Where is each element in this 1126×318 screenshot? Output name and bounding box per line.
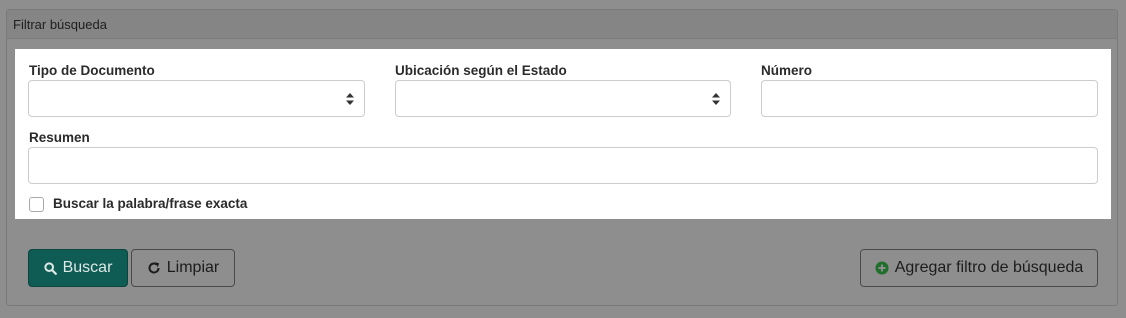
ubicacion-label: Ubicación según el Estado bbox=[395, 63, 567, 78]
clear-button[interactable]: Limpiar bbox=[131, 249, 235, 287]
select-arrows-icon bbox=[712, 93, 720, 105]
select-arrows-icon bbox=[346, 93, 354, 105]
panel-title: Filtrar búsqueda bbox=[13, 17, 107, 32]
numero-input[interactable] bbox=[761, 80, 1098, 117]
panel-header: Filtrar búsqueda bbox=[7, 10, 1117, 39]
filter-form: Tipo de Documento Ubicación según el Est… bbox=[15, 49, 1111, 219]
add-filter-button-label: Agregar filtro de búsqueda bbox=[894, 259, 1084, 276]
plus-circle-icon bbox=[875, 261, 889, 275]
search-icon bbox=[43, 261, 57, 275]
ubicacion-select[interactable] bbox=[395, 80, 731, 117]
tipo-documento-select[interactable] bbox=[28, 80, 365, 117]
search-button[interactable]: Buscar bbox=[28, 249, 128, 287]
numero-label: Número bbox=[761, 63, 813, 78]
clear-button-label: Limpiar bbox=[166, 259, 220, 276]
resumen-label: Resumen bbox=[29, 130, 90, 145]
tipo-documento-label: Tipo de Documento bbox=[29, 63, 155, 78]
exact-match-checkbox[interactable] bbox=[29, 197, 44, 212]
resumen-input[interactable] bbox=[28, 147, 1098, 184]
exact-match-label[interactable]: Buscar la palabra/frase exacta bbox=[53, 196, 247, 211]
search-button-label: Buscar bbox=[62, 259, 113, 276]
refresh-icon bbox=[147, 261, 161, 275]
add-filter-button[interactable]: Agregar filtro de búsqueda bbox=[860, 249, 1098, 287]
